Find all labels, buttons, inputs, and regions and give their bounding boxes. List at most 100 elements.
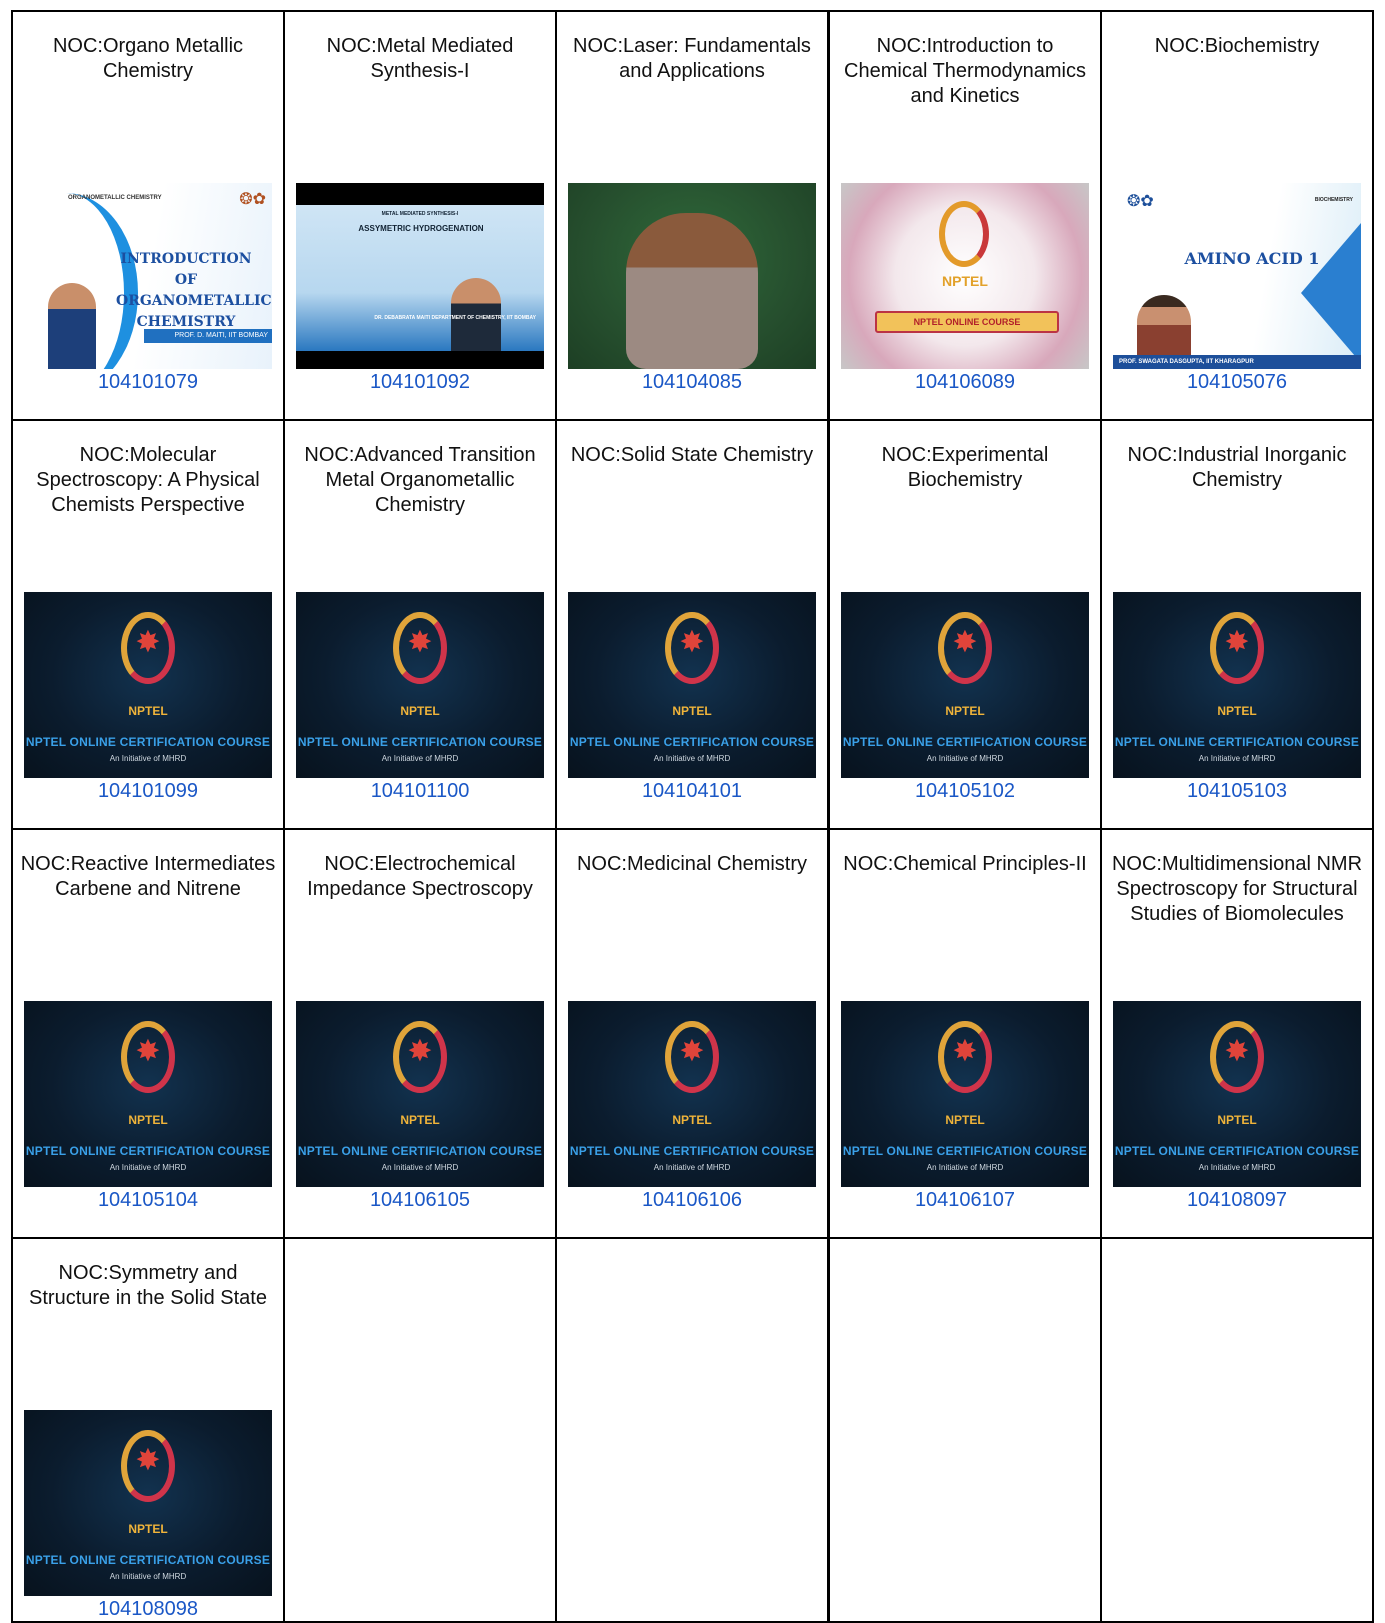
thumb-brand: NPTEL xyxy=(945,1113,985,1127)
presenter-photo xyxy=(1137,295,1191,355)
thumb-brand: NPTEL xyxy=(1217,1113,1257,1127)
course-cell: NOC:Chemical Principles-II ✸ NPTEL NPTEL ON… xyxy=(827,828,1102,1239)
course-code-link[interactable]: 104108097 xyxy=(1187,1189,1287,1212)
course-code-link[interactable]: 104104085 xyxy=(642,371,742,394)
presenter-photo xyxy=(48,283,96,369)
course-thumbnail[interactable]: ✸ NPTEL NPTEL ONLINE CERTIFICATION COURSE A… xyxy=(841,1001,1089,1187)
course-code-link[interactable]: 104108098 xyxy=(98,1598,198,1621)
atom-star-icon: ✸ xyxy=(135,1444,161,1477)
thumb-brand: NPTEL xyxy=(942,273,988,289)
course-thumbnail[interactable]: ✸ NPTEL NPTEL ONLINE CERTIFICATION COURSE A… xyxy=(568,1001,816,1187)
thumb-course-label: NPTEL ONLINE CERTIFICATION COURSE xyxy=(569,1144,815,1158)
course-thumbnail[interactable]: ✸ NPTEL NPTEL ONLINE CERTIFICATION COURSE A… xyxy=(1113,592,1361,778)
course-cell: NOC:Molecular Spectroscopy: A Physical C… xyxy=(11,419,285,830)
thumb-header: ORGANOMETALLIC CHEMISTRY xyxy=(68,195,162,201)
thumb-initiative-label: An Initiative of MHRD xyxy=(381,754,459,763)
thumb-brand: NPTEL xyxy=(128,1522,168,1536)
grid-row: NOC:Reactive Intermediates Carbene and N… xyxy=(11,828,1374,1239)
course-code-link[interactable]: 104104101 xyxy=(642,780,742,803)
thumb-course-label: NPTEL ONLINE CERTIFICATION COURSE xyxy=(297,1144,543,1158)
course-code-link[interactable]: 104105104 xyxy=(98,1189,198,1212)
course-code-link[interactable]: 104101079 xyxy=(98,371,198,394)
course-cell: NOC:Metal Mediated Synthesis-I METAL MEDI… xyxy=(283,10,557,421)
course-cell: NOC:Organo Metallic Chemistry ORGANOMETAL… xyxy=(11,10,285,421)
thumb-header: BIOCHEMISTRY xyxy=(1314,197,1353,203)
atom-star-icon: ✸ xyxy=(407,626,433,659)
thumb-initiative-label: An Initiative of MHRD xyxy=(381,1163,459,1172)
thumb-course-label: NPTEL ONLINE CERTIFICATION COURSE xyxy=(842,735,1088,749)
thumb-course-label: NPTEL ONLINE CERTIFICATION COURSE xyxy=(842,1144,1088,1158)
course-thumbnail[interactable]: ✸ NPTEL NPTEL ONLINE CERTIFICATION COURSE A… xyxy=(296,592,544,778)
course-thumbnail[interactable]: ✸ NPTEL NPTEL ONLINE CERTIFICATION COURSE A… xyxy=(24,592,272,778)
thumb-brand: NPTEL xyxy=(672,1113,712,1127)
course-thumbnail[interactable]: ✸ NPTEL NPTEL ONLINE CERTIFICATION COURSE A… xyxy=(24,1410,272,1596)
course-code-link[interactable]: 104101100 xyxy=(371,780,470,803)
course-cell: NOC:Biochemistry ❂✿ BIOCHEMISTRY AMINO ACID… xyxy=(1100,10,1374,421)
course-title: NOC:Reactive Intermediates Carbene and N… xyxy=(20,853,276,900)
course-code-link[interactable]: 104105076 xyxy=(1187,371,1287,394)
thumb-credit: PROF. D. MAITI, IIT BOMBAY xyxy=(144,329,272,343)
grid-row: NOC:Symmetry and Structure in the Solid … xyxy=(11,1237,1374,1623)
thumb-brand: NPTEL xyxy=(1217,704,1257,718)
course-thumbnail[interactable]: ❂✿ BIOCHEMISTRY AMINO ACID 1 PROF. SWAGATA … xyxy=(1113,183,1361,369)
course-code-link[interactable]: 104105103 xyxy=(1187,780,1287,803)
course-code-link[interactable]: 104106089 xyxy=(915,371,1015,394)
thumb-initiative-label: An Initiative of MHRD xyxy=(653,754,731,763)
course-code-link[interactable]: 104106106 xyxy=(642,1189,742,1212)
nptel-logo-icon xyxy=(939,201,989,267)
course-title: NOC:Medicinal Chemistry xyxy=(576,853,808,875)
course-cell: NOC:Advanced Transition Metal Organometa… xyxy=(283,419,557,830)
grid-row: NOC:Organo Metallic Chemistry ORGANOMETAL… xyxy=(11,10,1374,421)
decor-triangle xyxy=(1301,223,1361,363)
thumb-course-label: NPTEL ONLINE CERTIFICATION COURSE xyxy=(1114,735,1360,749)
thumb-brand: NPTEL xyxy=(128,1113,168,1127)
thumb-banner: NPTEL ONLINE COURSE xyxy=(875,311,1059,333)
course-thumbnail[interactable]: ORGANOMETALLIC CHEMISTRY ❂✿ INTRODUCTION O… xyxy=(24,183,272,369)
course-code-link[interactable]: 104106105 xyxy=(370,1189,470,1212)
empty-cell xyxy=(1100,1237,1374,1623)
course-cell: NOC:Experimental Biochemistry ✸ NPTEL NPTEL… xyxy=(827,419,1102,830)
course-cell: NOC:Industrial Inorganic Chemistry ✸ NPTEL… xyxy=(1100,419,1374,830)
thumb-course-label: NPTEL ONLINE CERTIFICATION COURSE xyxy=(25,1553,271,1567)
course-thumbnail[interactable] xyxy=(568,183,816,369)
thumb-course-label: NPTEL ONLINE CERTIFICATION COURSE xyxy=(25,735,271,749)
course-title: NOC:Chemical Principles-II xyxy=(843,853,1087,875)
course-thumbnail[interactable]: ✸ NPTEL NPTEL ONLINE CERTIFICATION COURSE A… xyxy=(1113,1001,1361,1187)
course-thumbnail[interactable]: ✸ NPTEL NPTEL ONLINE CERTIFICATION COURSE A… xyxy=(841,592,1089,778)
thumb-initiative-label: An Initiative of MHRD xyxy=(1198,754,1276,763)
thumb-brand: NPTEL xyxy=(400,704,440,718)
thumb-initiative-label: An Initiative of MHRD xyxy=(1198,1163,1276,1172)
course-thumbnail[interactable]: ✸ NPTEL NPTEL ONLINE CERTIFICATION COURSE A… xyxy=(296,1001,544,1187)
course-title: NOC:Organo Metallic Chemistry xyxy=(52,35,244,82)
course-code-link[interactable]: 104105102 xyxy=(915,780,1015,803)
course-code-link[interactable]: 104101092 xyxy=(370,371,470,394)
course-title: NOC:Metal Mediated Synthesis-I xyxy=(326,35,514,82)
course-cell: NOC:Multidimensional NMR Spectroscopy fo… xyxy=(1100,828,1374,1239)
presenter-photo xyxy=(626,213,758,369)
thumb-brand: NPTEL xyxy=(945,704,985,718)
course-title: NOC:Multidimensional NMR Spectroscopy fo… xyxy=(1111,853,1363,925)
atom-star-icon: ✸ xyxy=(952,626,978,659)
atom-star-icon: ✸ xyxy=(407,1035,433,1068)
course-title: NOC:Electrochemical Impedance Spectrosco… xyxy=(307,853,533,900)
thumb-course-label: NPTEL ONLINE CERTIFICATION COURSE xyxy=(297,735,543,749)
atom-star-icon: ✸ xyxy=(1224,626,1250,659)
atom-star-icon: ✸ xyxy=(1224,1035,1250,1068)
course-cell: NOC:Symmetry and Structure in the Solid … xyxy=(11,1237,285,1623)
course-thumbnail[interactable]: NPTEL NPTEL ONLINE COURSE xyxy=(841,183,1089,369)
thumb-course-label: NPTEL ONLINE CERTIFICATION COURSE xyxy=(569,735,815,749)
course-code-link[interactable]: 104106107 xyxy=(915,1189,1015,1212)
course-thumbnail[interactable]: ✸ NPTEL NPTEL ONLINE CERTIFICATION COURSE A… xyxy=(568,592,816,778)
course-thumbnail[interactable]: METAL MEDIATED SYNTHESIS-I ASSYMETRIC HYD… xyxy=(296,183,544,369)
thumb-initiative-label: An Initiative of MHRD xyxy=(926,754,1004,763)
course-title: NOC:Advanced Transition Metal Organometa… xyxy=(304,444,536,516)
course-code-link[interactable]: 104101099 xyxy=(98,780,198,803)
course-thumbnail[interactable]: ✸ NPTEL NPTEL ONLINE CERTIFICATION COURSE A… xyxy=(24,1001,272,1187)
atom-star-icon: ✸ xyxy=(952,1035,978,1068)
course-title: NOC:Industrial Inorganic Chemistry xyxy=(1127,444,1347,491)
course-cell: NOC:Laser: Fundamentals and Applications… xyxy=(555,10,830,421)
thumb-title: INTRODUCTION OF ORGANOMETALLIC CHEMISTRY xyxy=(116,251,272,330)
course-cell: NOC:Solid State Chemistry ✸ NPTEL NPTEL ONL… xyxy=(555,419,830,830)
thumb-header: METAL MEDIATED SYNTHESIS-I xyxy=(381,211,459,217)
empty-cell xyxy=(555,1237,830,1623)
